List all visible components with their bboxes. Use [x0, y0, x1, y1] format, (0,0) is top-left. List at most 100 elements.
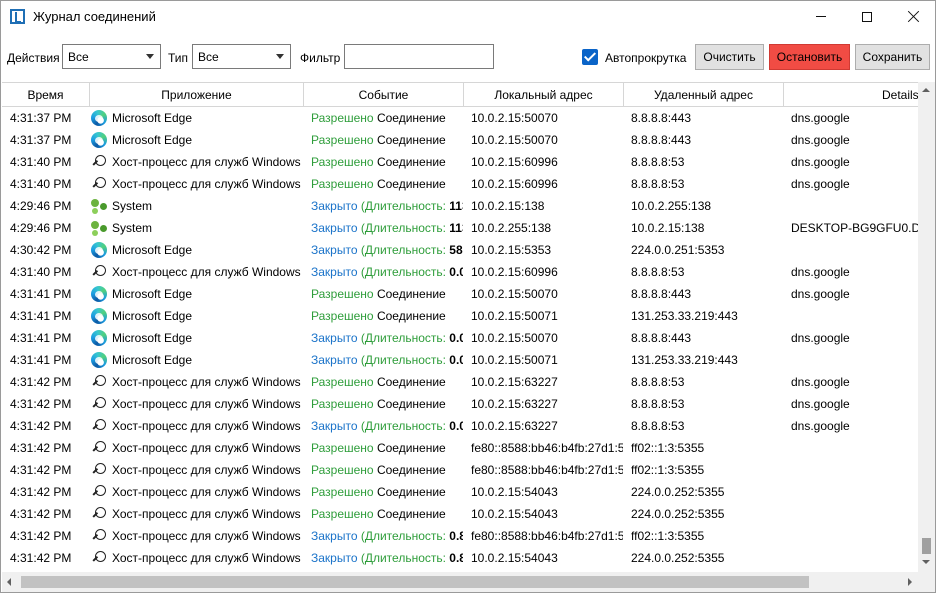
cell-local-address: 10.0.2.15:50070 [471, 287, 558, 301]
table-row[interactable]: 4:31:42 PM Хост-процесс для служб Windows… [2, 525, 918, 547]
cell-event: Закрыто (Длительность: 58. [311, 239, 463, 261]
search-icon [91, 462, 107, 478]
event-text: Соединение [373, 463, 446, 477]
table-row[interactable]: 4:31:41 PM Microsoft Edge Разрешено Соедин… [2, 283, 918, 305]
column-header-details[interactable]: Details [784, 83, 918, 107]
search-icon [91, 176, 107, 192]
type-label: Тип [168, 51, 189, 65]
event-status: Разрешено [311, 397, 374, 411]
stop-button[interactable]: Остановить [769, 44, 850, 70]
search-icon [91, 264, 107, 280]
cell-event: Разрешено Соединение [311, 305, 463, 327]
connections-table[interactable]: Время Приложение Событие Локальный адрес… [2, 82, 918, 572]
cell-details [791, 305, 918, 327]
column-header-event[interactable]: Событие [304, 83, 464, 107]
event-status: Разрешено [311, 485, 374, 499]
cell-local-address: fe80::8588:bb46:b4fb:27d1:5 [471, 463, 623, 477]
column-header-local-address[interactable]: Локальный адрес [464, 83, 624, 107]
cell-event: Закрыто (Длительность: 0.8 [311, 525, 463, 547]
search-icon [91, 506, 107, 522]
search-icon [91, 484, 107, 500]
event-text: Соединение [373, 507, 446, 521]
cell-remote-address: ff02::1:3:5355 [631, 529, 705, 543]
table-row[interactable]: 4:31:42 PM Хост-процесс для служб Windows… [2, 393, 918, 415]
scroll-right-icon[interactable] [908, 578, 912, 586]
table-row[interactable]: 4:31:40 PM Хост-процесс для служб Windows… [2, 261, 918, 283]
app-icon-cell [91, 195, 109, 217]
cell-local-address: 10.0.2.15:60996 [471, 155, 558, 169]
table-row[interactable]: 4:31:42 PM Хост-процесс для служб Windows… [2, 371, 918, 393]
table-row[interactable]: 4:31:42 PM Хост-процесс для служб Windows… [2, 481, 918, 503]
table-row[interactable]: 4:31:42 PM Хост-процесс для служб Windows… [2, 547, 918, 569]
table-row[interactable]: 4:31:42 PM Хост-процесс для служб Windows… [2, 415, 918, 437]
cell-details [791, 349, 918, 371]
chevron-down-icon [146, 54, 154, 59]
table-row[interactable]: 4:31:42 PM Хост-процесс для служб Windows… [2, 503, 918, 525]
edge-icon [91, 242, 107, 258]
table-row[interactable]: 4:29:46 PM System Закрыто (Длительность: 1… [2, 195, 918, 217]
event-duration: 0.0 [449, 419, 463, 433]
event-text: (Длительность: [357, 199, 450, 213]
horizontal-scroll-thumb[interactable] [21, 576, 809, 588]
app-icon-cell [91, 327, 109, 349]
table-row[interactable]: 4:31:41 PM Microsoft Edge Закрыто (Длитель… [2, 349, 918, 371]
toolbar: Действия Все Тип Все Фильтр Автопрокрутк… [1, 41, 935, 73]
autoscroll-label: Автопрокрутка [605, 51, 687, 65]
cell-application: Microsoft Edge [112, 331, 193, 345]
actions-select[interactable]: Все [62, 44, 161, 69]
scroll-down-icon[interactable] [922, 560, 930, 564]
column-header-remote-address[interactable]: Удаленный адрес [624, 83, 784, 107]
event-status: Разрешено [311, 177, 374, 191]
scroll-left-icon[interactable] [7, 578, 11, 586]
cell-local-address: 10.0.2.15:60996 [471, 177, 558, 191]
cell-application: Хост-процесс для служб Windows [112, 397, 301, 411]
table-body: 4:31:37 PM Microsoft Edge Разрешено Соедин… [2, 107, 918, 569]
event-text: (Длительность: [357, 551, 450, 565]
table-row[interactable]: 4:31:42 PM Хост-процесс для служб Windows… [2, 459, 918, 481]
clear-button[interactable]: Очистить [695, 44, 764, 70]
table-row[interactable]: 4:31:41 PM Microsoft Edge Закрыто (Длитель… [2, 327, 918, 349]
cell-details: DESKTOP-BG9GFU0.Dlink [791, 221, 918, 235]
save-button[interactable]: Сохранить [855, 44, 930, 70]
event-duration: 113 [449, 199, 463, 213]
type-select[interactable]: Все [192, 44, 291, 69]
cell-details [791, 503, 918, 525]
cell-event: Разрешено Соединение [311, 459, 463, 481]
vertical-scroll-thumb[interactable] [922, 538, 931, 554]
minimize-button[interactable] [798, 1, 844, 32]
event-status: Закрыто [311, 221, 358, 235]
table-row[interactable]: 4:30:42 PM Microsoft Edge Закрыто (Длитель… [2, 239, 918, 261]
cell-application: Microsoft Edge [112, 243, 193, 257]
scroll-up-icon[interactable] [922, 88, 930, 92]
cell-remote-address: 224.0.0.252:5355 [631, 551, 725, 565]
cell-application: Хост-процесс для служб Windows [112, 419, 301, 433]
cell-details: dns.google [791, 265, 850, 279]
table-row[interactable]: 4:29:46 PM System Закрыто (Длительность: 1… [2, 217, 918, 239]
title-bar[interactable]: Журнал соединений [1, 1, 935, 32]
cell-details: dns.google [791, 397, 850, 411]
cell-event: Закрыто (Длительность: 0.8 [311, 547, 463, 569]
app-icon-cell [91, 371, 109, 393]
table-row[interactable]: 4:31:37 PM Microsoft Edge Разрешено Соедин… [2, 129, 918, 151]
horizontal-scrollbar[interactable] [2, 572, 918, 592]
autoscroll-checkbox[interactable] [582, 49, 598, 65]
filter-input[interactable] [344, 44, 494, 69]
connection-log-window: Журнал соединений Действия Все Тип Все Ф… [0, 0, 936, 593]
cell-application: Microsoft Edge [112, 309, 193, 323]
maximize-button[interactable] [844, 1, 890, 32]
cell-event: Закрыто (Длительность: 0.0 [311, 327, 463, 349]
event-duration: 0.0 [449, 331, 463, 345]
column-header-application[interactable]: Приложение [90, 83, 304, 107]
cell-details: dns.google [791, 287, 850, 301]
table-row[interactable]: 4:31:40 PM Хост-процесс для служб Windows… [2, 173, 918, 195]
vertical-scrollbar[interactable] [918, 82, 935, 572]
table-row[interactable]: 4:31:40 PM Хост-процесс для служб Windows… [2, 151, 918, 173]
cell-application: Microsoft Edge [112, 111, 193, 125]
table-row[interactable]: 4:31:42 PM Хост-процесс для служб Windows… [2, 437, 918, 459]
cell-application: Microsoft Edge [112, 353, 193, 367]
table-row[interactable]: 4:31:41 PM Microsoft Edge Разрешено Соедин… [2, 305, 918, 327]
close-button[interactable] [890, 1, 936, 32]
table-row[interactable]: 4:31:37 PM Microsoft Edge Разрешено Соедин… [2, 107, 918, 129]
column-header-time[interactable]: Время [2, 83, 90, 107]
cell-application: Хост-процесс для служб Windows [112, 265, 301, 279]
